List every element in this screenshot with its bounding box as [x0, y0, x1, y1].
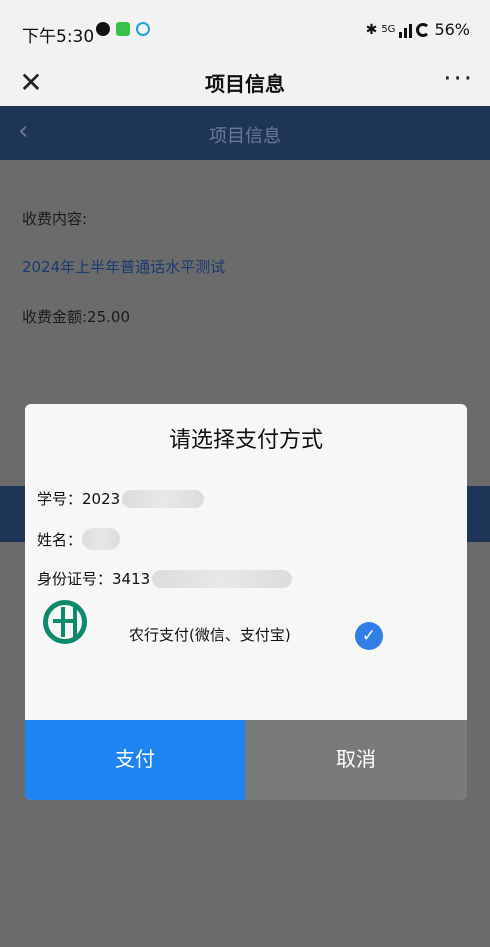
student-id-row: 学号： 2023: [37, 488, 205, 509]
redacted-blur: [152, 569, 293, 588]
top-nav: ✕ 项目信息 ···: [0, 60, 490, 106]
battery-level: 56%: [434, 20, 470, 39]
status-bar: 下午5:30 ✱ 5G 56%: [0, 0, 490, 60]
pay-button[interactable]: 支付: [25, 720, 245, 800]
battery-ring-icon: [416, 22, 431, 37]
status-notification-icons: [96, 22, 150, 36]
dialog-title: 请选择支付方式: [168, 428, 323, 453]
payment-option-label[interactable]: 农行支付(微信、支付宝): [129, 624, 291, 645]
payment-method-dialog: 请选择支付方式 学号： 2023 姓名： 身份证号： 3413 农行支付(微信、…: [25, 404, 467, 800]
id-card-value: 3413: [112, 569, 151, 588]
id-card-row: 身份证号： 3413: [37, 568, 293, 589]
more-icon[interactable]: ···: [443, 64, 474, 94]
cancel-button[interactable]: 取消: [245, 720, 467, 800]
app-notification-icon: [136, 22, 150, 36]
signal-icon: [399, 22, 413, 38]
fee-amount: 收费金额:25.00: [22, 308, 130, 326]
fee-content-label: 收费内容:: [22, 210, 88, 228]
name-row: 姓名：: [37, 528, 121, 550]
check-icon[interactable]: ✓: [355, 622, 383, 650]
page-button-edge: [467, 486, 490, 542]
redacted-blur: [82, 528, 121, 550]
page-button-edge: [0, 486, 25, 542]
student-id-value: 2023: [82, 489, 121, 508]
nav-title: 项目信息: [205, 72, 285, 96]
page-title: 项目信息: [209, 126, 281, 147]
page-header: ‹ 项目信息: [0, 106, 490, 160]
name-label: 姓名：: [37, 530, 83, 549]
abc-bank-logo-icon: [43, 600, 87, 644]
status-system-icons: ✱ 5G 56%: [366, 20, 470, 39]
alarm-icon: [96, 22, 110, 36]
fee-item-link[interactable]: 2024年上半年普通话水平测试: [22, 256, 225, 277]
student-id-label: 学号：: [37, 490, 83, 508]
id-card-label: 身份证号：: [37, 570, 113, 588]
network-type: 5G: [381, 24, 396, 35]
bluetooth-icon: ✱: [365, 21, 378, 38]
status-time: 下午5:30: [22, 27, 95, 47]
app-notification-icon: [116, 22, 130, 36]
redacted-blur: [122, 489, 205, 508]
